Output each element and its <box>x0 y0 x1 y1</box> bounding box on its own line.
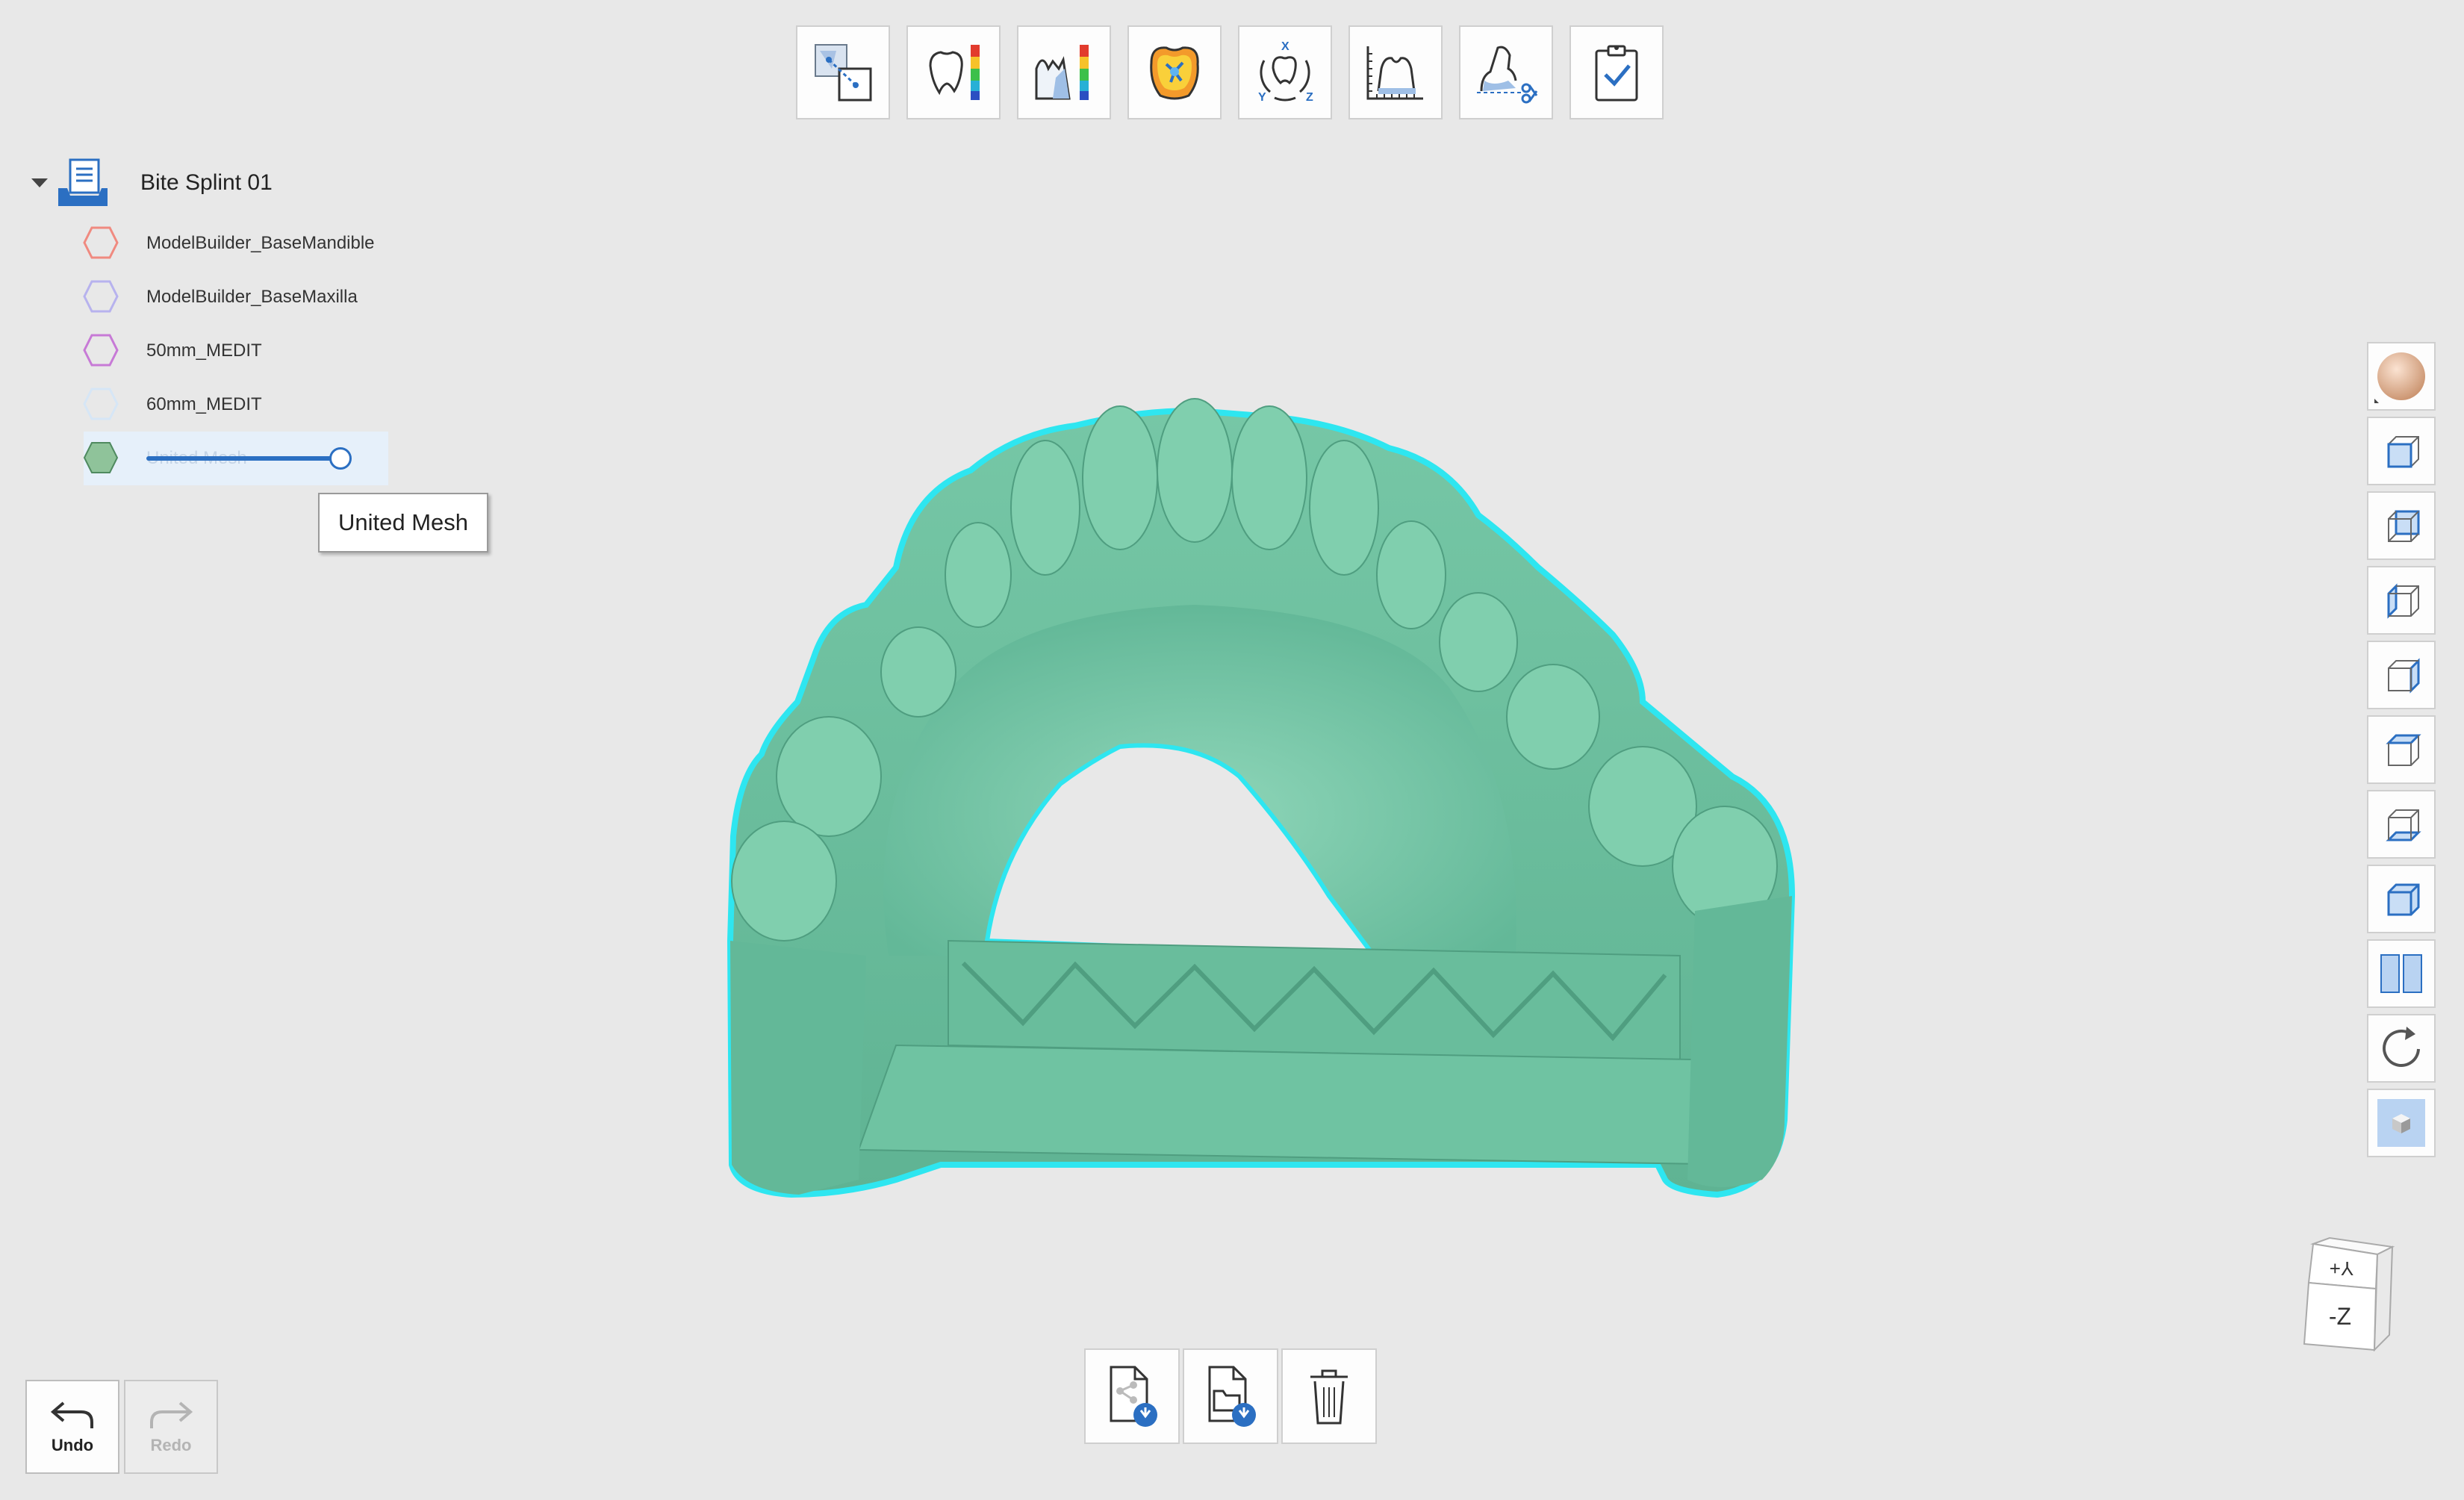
united-mesh-visibility-hexagon-icon[interactable] <box>82 441 119 475</box>
thickness-map-icon <box>1035 45 1089 100</box>
bite-splint-3d-model[interactable] <box>672 388 1911 1224</box>
tooth-deviation-icon <box>929 45 980 100</box>
trash-icon <box>1310 1369 1348 1425</box>
orientation-cube[interactable]: Y+ -Z <box>2300 1232 2404 1359</box>
cube-iso-icon <box>2387 883 2420 916</box>
split-view-icon <box>2380 954 2422 993</box>
redo-arrow-icon <box>150 1401 193 1428</box>
svg-text:Z: Z <box>1306 91 1313 104</box>
cut-tool-button[interactable] <box>1459 25 1553 119</box>
right-pillar <box>1687 896 1792 1187</box>
view-back-button[interactable] <box>2367 491 2436 560</box>
folder-import-icon <box>1208 1366 1256 1427</box>
material-sphere-icon <box>2374 352 2425 403</box>
xyz-axis-icon: X Y Z <box>1258 40 1313 104</box>
lattice-support-bar <box>857 939 1749 1166</box>
opacity-slider-handle[interactable] <box>329 447 352 470</box>
file-share-icon <box>1110 1366 1157 1427</box>
view-front-button[interactable] <box>2367 417 2436 485</box>
tree-item-label: 50mm_MEDIT <box>146 340 262 361</box>
solid-cube-icon <box>2392 1114 2410 1133</box>
cube-top-icon <box>2386 734 2421 766</box>
tree-item-label: 60mm_MEDIT <box>146 394 262 414</box>
cube-back-icon <box>2388 510 2420 542</box>
view-iso-button[interactable] <box>2367 865 2436 933</box>
complete-button[interactable] <box>1569 25 1664 119</box>
undo-arrow-icon <box>50 1401 93 1428</box>
tree-project-row[interactable]: Bite Splint 01 <box>30 157 273 209</box>
render-mode-swatch <box>2377 1099 2425 1147</box>
import-file-button[interactable] <box>1183 1348 1278 1444</box>
refresh-icon <box>2383 1027 2420 1067</box>
scissors-cut-icon <box>1477 46 1538 104</box>
thickness-analysis-button[interactable] <box>1017 25 1111 119</box>
reset-view-button[interactable] <box>2367 1014 2436 1083</box>
opacity-slider-track[interactable] <box>146 456 342 461</box>
left-pillar <box>730 941 866 1195</box>
tree-item-mandible[interactable]: ModelBuilder_BaseMandible <box>146 228 375 258</box>
deviation-display-button[interactable] <box>906 25 1001 119</box>
svg-text:X: X <box>1281 40 1289 53</box>
cube-front-icon <box>2387 436 2419 468</box>
cube-right-icon <box>2388 658 2420 694</box>
redo-button[interactable]: Redo <box>124 1380 218 1474</box>
tree-item-label: ModelBuilder_BaseMandible <box>146 233 375 253</box>
maxilla-visibility-hexagon-icon[interactable] <box>82 279 119 314</box>
align-tool-button[interactable] <box>796 25 890 119</box>
view-left-button[interactable] <box>2367 566 2436 635</box>
measure-ruler-icon <box>1366 46 1423 100</box>
tree-item-60mm[interactable]: 60mm_MEDIT <box>146 390 262 420</box>
delete-button[interactable] <box>1281 1348 1377 1444</box>
expand-caret-icon[interactable] <box>30 175 49 190</box>
document-tray-icon <box>58 158 108 206</box>
50mm-visibility-hexagon-icon[interactable] <box>82 333 119 367</box>
redo-label: Redo <box>150 1436 192 1454</box>
occlusion-icon <box>1150 46 1199 100</box>
export-share-button[interactable] <box>1084 1348 1180 1444</box>
orientation-top-label: Y+ <box>2330 1257 2354 1280</box>
measurement-button[interactable] <box>1348 25 1443 119</box>
render-mode-button[interactable] <box>2367 1089 2436 1157</box>
tree-item-maxilla[interactable]: ModelBuilder_BaseMaxilla <box>146 282 358 312</box>
axis-setting-button[interactable]: X Y Z <box>1238 25 1332 119</box>
undo-button[interactable]: Undo <box>25 1380 119 1474</box>
orientation-front-label: -Z <box>2329 1303 2351 1330</box>
material-ball-button[interactable] <box>2367 342 2436 411</box>
cube-bottom-icon <box>2386 809 2421 841</box>
cube-left-icon <box>2387 583 2419 619</box>
view-top-button[interactable] <box>2367 715 2436 784</box>
align-icon <box>815 44 872 102</box>
view-bottom-button[interactable] <box>2367 790 2436 859</box>
checklist-icon <box>1595 45 1638 102</box>
tree-item-label: ModelBuilder_BaseMaxilla <box>146 287 358 307</box>
tooltip: United Mesh <box>318 493 488 553</box>
view-right-button[interactable] <box>2367 641 2436 709</box>
occlusion-analysis-button[interactable] <box>1127 25 1222 119</box>
60mm-visibility-hexagon-icon[interactable] <box>82 387 119 421</box>
split-view-button[interactable] <box>2367 939 2436 1008</box>
mandible-visibility-hexagon-icon[interactable] <box>82 225 119 260</box>
tree-item-50mm[interactable]: 50mm_MEDIT <box>146 336 262 366</box>
project-title: Bite Splint 01 <box>140 170 273 195</box>
undo-label: Undo <box>51 1436 94 1454</box>
svg-text:Y: Y <box>1258 91 1266 104</box>
